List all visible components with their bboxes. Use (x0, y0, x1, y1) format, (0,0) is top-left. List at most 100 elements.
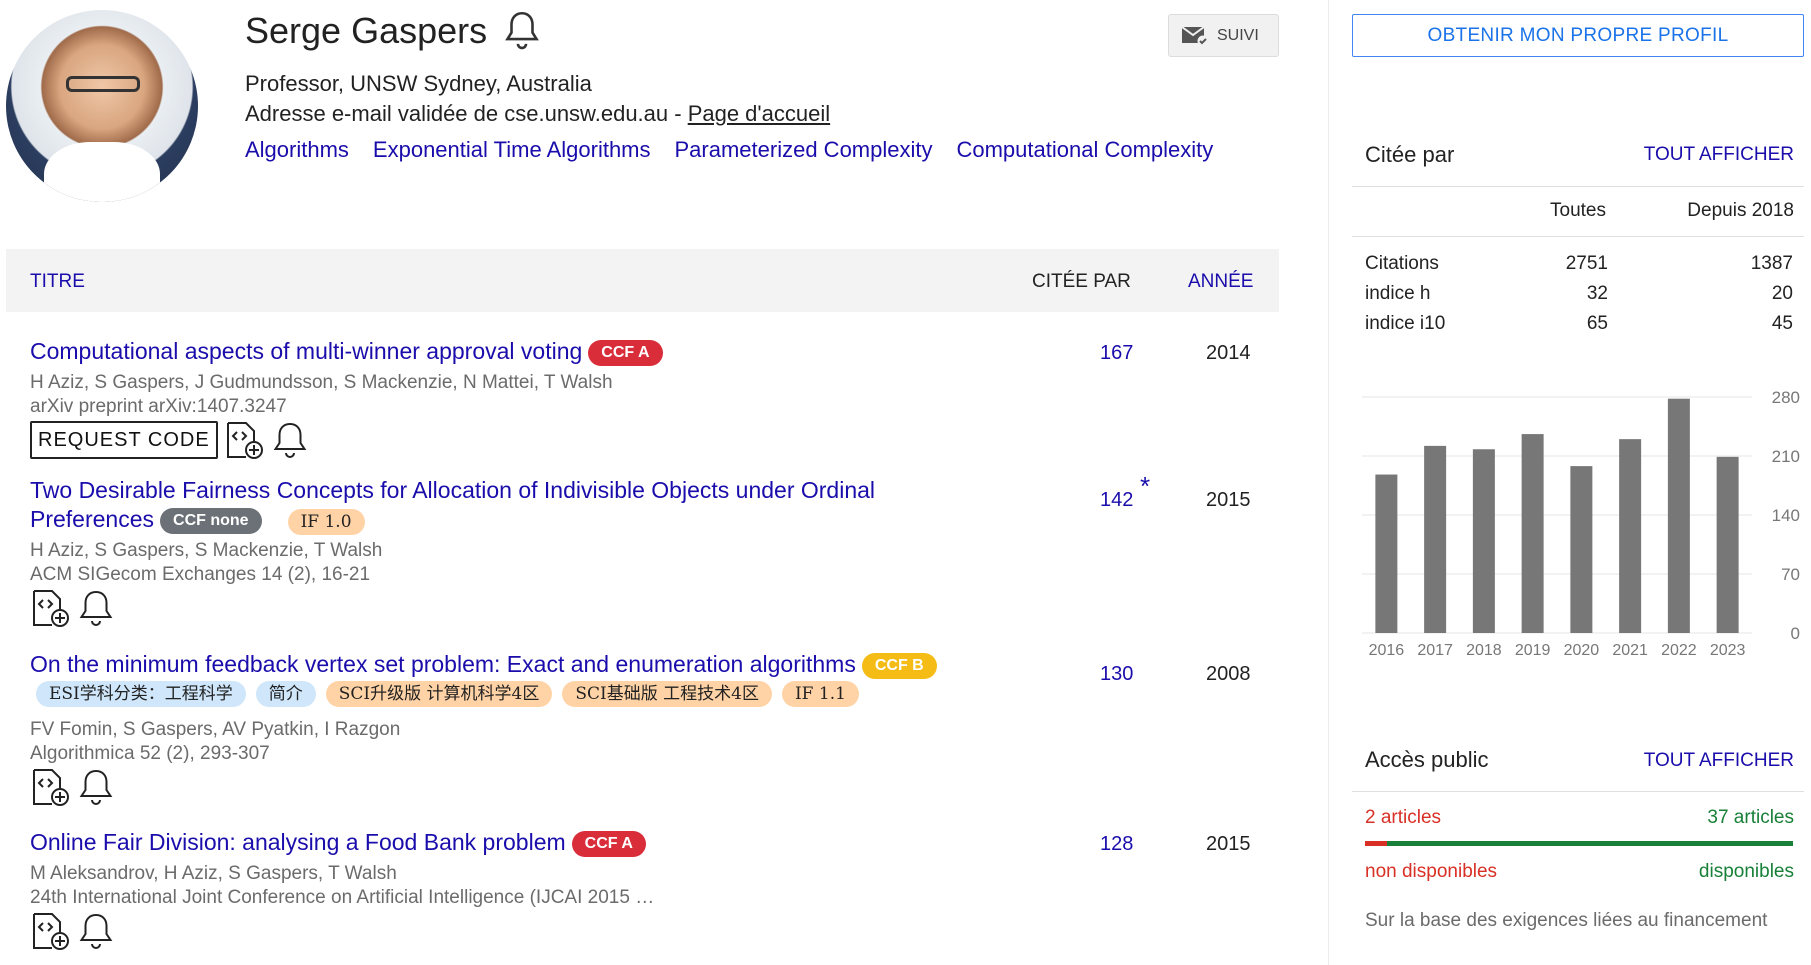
article-venue: 24th International Joint Conference on A… (30, 887, 655, 908)
public-access-view-all-link[interactable]: TOUT AFFICHER (1644, 750, 1794, 772)
article-title-link[interactable]: Computational aspects of multi-winner ap… (30, 338, 582, 364)
interest-link[interactable]: Algorithms (245, 137, 349, 163)
get-own-profile-button[interactable]: OBTENIR MON PROPRE PROFIL (1352, 14, 1804, 57)
unavailable-label: non disponibles (1365, 861, 1498, 882)
article-title-line: On the minimum feedback vertex set probl… (30, 649, 937, 679)
article-row: Two Desirable Fairness Concepts for Allo… (6, 471, 1279, 635)
article-year: 2015 (1206, 833, 1251, 855)
y-tick-label: 280 (1772, 388, 1800, 407)
citation-bar-2020[interactable] (1570, 466, 1593, 633)
mail-check-icon (1181, 25, 1209, 46)
x-tick-label: 2017 (1417, 642, 1453, 659)
article-venue: Algorithmica 52 (2), 293-307 (30, 743, 270, 764)
sort-by-year[interactable]: ANNÉE (1188, 271, 1253, 293)
article-title-link[interactable]: Two Desirable Fairness Concepts for Allo… (30, 477, 875, 503)
profile-name: Serge Gaspers (245, 10, 488, 51)
add-code-icon[interactable] (224, 420, 264, 460)
column-cited-by: CITÉE PAR (1032, 271, 1131, 292)
interest-link[interactable]: Computational Complexity (956, 137, 1213, 163)
y-tick-label: 0 (1791, 624, 1800, 643)
article-row: On the minimum feedback vertex set probl… (6, 649, 1279, 806)
request-code-button[interactable]: REQUEST CODE (30, 421, 218, 459)
citation-bar-2016[interactable] (1375, 474, 1398, 633)
stat-label: Citations (1365, 253, 1439, 274)
homepage-link[interactable]: Page d'accueil (688, 101, 830, 126)
stat-since: 45 (1771, 313, 1793, 334)
stats-col-since: Depuis 2018 (1687, 200, 1794, 221)
ccf-badge: CCF A (571, 831, 646, 857)
cited-by-view-all-link[interactable]: TOUT AFFICHER (1644, 144, 1794, 166)
add-code-icon[interactable] (30, 767, 70, 807)
alert-bell-icon[interactable] (76, 911, 116, 951)
alert-bell-icon[interactable] (76, 767, 116, 807)
stats-row-h-index: indice h 32 20 (1365, 283, 1793, 309)
stat-label: indice h (1365, 283, 1431, 304)
article-title-line: Preferences CCF none IF 1.0 (30, 504, 375, 535)
public-access-progress-bar (1365, 841, 1793, 846)
follow-label: SUIVI (1217, 26, 1259, 44)
ccf-badge: CCF none (160, 508, 262, 534)
divider (1352, 186, 1804, 187)
unavailable-count-link[interactable]: 2 articles (1365, 807, 1441, 829)
article-title-link[interactable]: Online Fair Division: analysing a Food B… (30, 829, 566, 855)
article-venue: ACM SIGecom Exchanges 14 (2), 16-21 (30, 564, 371, 585)
ccf-badge: CCF A (588, 340, 663, 366)
article-row: Computational aspects of multi-winner ap… (6, 336, 1279, 461)
articles-table-header: TITRE CITÉE PAR ANNÉE (6, 249, 1279, 312)
citation-bar-2021[interactable] (1619, 439, 1642, 633)
available-count-link[interactable]: 37 articles (1707, 807, 1794, 829)
available-label: disponibles (1698, 861, 1794, 882)
article-actions (30, 911, 116, 951)
citation-bar-2022[interactable] (1667, 398, 1690, 633)
x-tick-label: 2023 (1710, 642, 1746, 659)
x-tick-label: 2022 (1661, 642, 1697, 659)
follow-bell-icon[interactable] (502, 10, 542, 52)
cited-by-count[interactable]: 167 (1100, 342, 1133, 365)
x-tick-label: 2021 (1612, 642, 1648, 659)
cited-by-count[interactable]: 128 (1100, 833, 1133, 856)
alert-bell-icon[interactable] (270, 420, 310, 460)
stats-col-all: Toutes (1550, 200, 1606, 221)
stat-all: 65 (1586, 313, 1608, 334)
article-year: 2014 (1206, 342, 1251, 364)
public-access-heading: Accès public (1365, 747, 1489, 772)
citation-bar-2018[interactable] (1472, 449, 1495, 633)
y-tick-label: 140 (1772, 506, 1800, 525)
y-tick-label: 210 (1772, 447, 1800, 466)
intro-tag[interactable]: 简介 (255, 681, 316, 707)
interests-list: Algorithms Exponential Time Algorithms P… (245, 137, 1213, 163)
cited-by-count[interactable]: 130 (1100, 663, 1133, 686)
impact-factor-tag: IF 1.1 (781, 681, 859, 707)
ccf-badge: CCF B (861, 653, 937, 679)
merged-citations-star: * (1140, 471, 1151, 501)
article-authors: M Aleksandrov, H Aziz, S Gaspers, T Wals… (30, 863, 397, 884)
citation-bar-2017[interactable] (1424, 445, 1447, 633)
article-title-link-cont[interactable]: Preferences (30, 506, 154, 532)
sci-upgraded-tag: SCI升级版 计算机科学4区 (325, 681, 553, 707)
interest-link[interactable]: Exponential Time Algorithms (373, 137, 651, 163)
profile-affiliation: Professor, UNSW Sydney, Australia (245, 71, 592, 96)
sort-by-title[interactable]: TITRE (30, 271, 85, 293)
citation-bar-2019[interactable] (1521, 434, 1544, 633)
interest-link[interactable]: Parameterized Complexity (675, 137, 933, 163)
article-actions (30, 588, 116, 628)
add-code-icon[interactable] (30, 588, 70, 628)
alert-bell-icon[interactable] (76, 588, 116, 628)
sci-basic-tag: SCI基础版 工程技术4区 (562, 681, 772, 707)
stat-label: indice i10 (1365, 313, 1446, 334)
article-title-line: Computational aspects of multi-winner ap… (30, 336, 663, 366)
divider (1352, 791, 1804, 792)
follow-button[interactable]: SUIVI (1168, 14, 1279, 57)
stat-all: 2751 (1565, 253, 1608, 274)
stat-all: 32 (1586, 283, 1608, 304)
cited-by-count[interactable]: 142 (1100, 489, 1133, 512)
add-code-icon[interactable] (30, 911, 70, 951)
column-divider (1328, 0, 1329, 965)
impact-factor-tag: IF 1.0 (287, 509, 365, 535)
cited-by-heading: Citée par (1365, 142, 1455, 167)
article-title-link[interactable]: On the minimum feedback vertex set probl… (30, 651, 856, 677)
citation-bar-2023[interactable] (1716, 456, 1739, 633)
profile-photo (6, 10, 198, 202)
article-year: 2015 (1206, 489, 1251, 511)
x-tick-label: 2018 (1466, 642, 1502, 659)
